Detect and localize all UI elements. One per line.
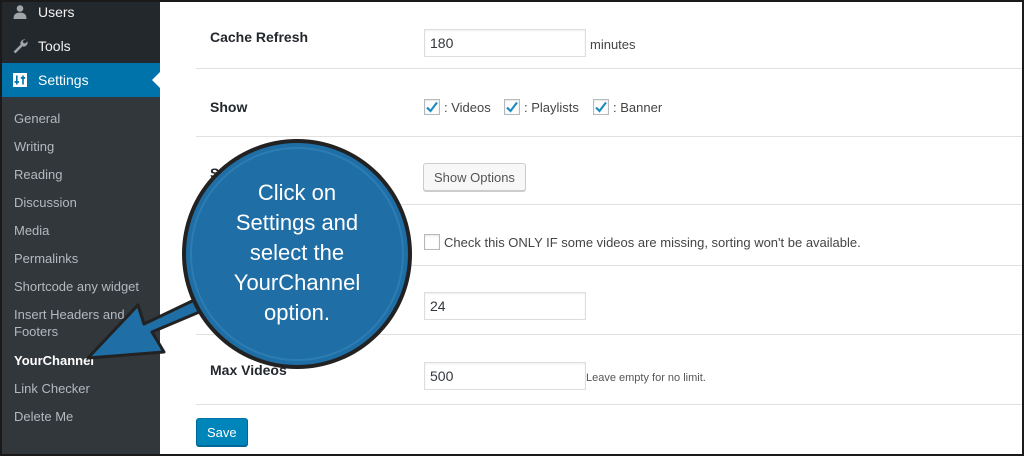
show-banner-checkbox[interactable] bbox=[593, 99, 609, 115]
menu-item-label: Users bbox=[38, 4, 75, 20]
cache-refresh-input[interactable] bbox=[424, 29, 586, 57]
submenu-item-general[interactable]: General bbox=[14, 110, 154, 127]
missing-videos-option[interactable]: Check this ONLY IF some videos are missi… bbox=[424, 234, 861, 250]
submenu-item-yourchannel[interactable]: YourChannel bbox=[14, 352, 154, 369]
submenu-item-link-checker[interactable]: Link Checker bbox=[14, 380, 154, 397]
submenu-item-delete-me[interactable]: Delete Me bbox=[14, 408, 154, 425]
row-divider bbox=[196, 204, 1022, 205]
submenu-item-discussion[interactable]: Discussion bbox=[14, 194, 154, 211]
row-divider bbox=[196, 334, 1022, 335]
max-videos-input[interactable] bbox=[424, 362, 586, 390]
cache-refresh-label: Cache Refresh bbox=[210, 29, 309, 45]
submenu-item-writing[interactable]: Writing bbox=[14, 138, 154, 155]
menu-item-tools[interactable]: Tools bbox=[2, 29, 160, 63]
show-playlists-checkbox[interactable] bbox=[504, 99, 520, 115]
style-label: Styl bbox=[210, 165, 236, 181]
users-icon bbox=[10, 2, 30, 22]
settings-submenu: General Writing Reading Discussion Media… bbox=[2, 97, 160, 454]
submenu-item-media[interactable]: Media bbox=[14, 222, 154, 239]
row-divider bbox=[196, 265, 1022, 266]
menu-item-users[interactable]: Users bbox=[2, 2, 160, 29]
missing-videos-checkbox[interactable] bbox=[424, 234, 440, 250]
cache-refresh-unit: minutes bbox=[590, 37, 636, 52]
menu-item-label: Settings bbox=[38, 72, 89, 88]
wrench-icon bbox=[10, 36, 30, 56]
checkmark-icon bbox=[595, 101, 607, 113]
show-playlists-label: : Playlists bbox=[524, 99, 579, 115]
submenu-item-shortcode-any-widget[interactable]: Shortcode any widget bbox=[14, 278, 154, 295]
screenshot-frame: Users Tools Settings General Writing Rea… bbox=[0, 0, 1024, 456]
row-divider bbox=[196, 68, 1022, 69]
show-playlists-option[interactable]: : Playlists bbox=[504, 99, 579, 115]
admin-sidebar: Users Tools Settings General Writing Rea… bbox=[2, 2, 161, 454]
show-videos-option[interactable]: : Videos bbox=[424, 99, 491, 115]
per-page-input[interactable] bbox=[424, 292, 586, 320]
checkmark-icon bbox=[426, 101, 438, 113]
save-button[interactable]: Save bbox=[196, 418, 248, 446]
show-banner-label: : Banner bbox=[613, 99, 663, 115]
show-label: Show bbox=[210, 99, 248, 115]
submenu-item-permalinks[interactable]: Permalinks bbox=[14, 250, 154, 267]
missing-videos-text: Check this ONLY IF some videos are missi… bbox=[444, 234, 861, 250]
show-videos-checkbox[interactable] bbox=[424, 99, 440, 115]
show-options-button[interactable]: Show Options bbox=[423, 163, 526, 191]
show-banner-option[interactable]: : Banner bbox=[593, 99, 662, 115]
settings-icon bbox=[10, 70, 30, 90]
menu-item-settings[interactable]: Settings bbox=[2, 63, 161, 97]
max-videos-hint: Leave empty for no limit. bbox=[586, 372, 706, 384]
active-menu-pointer bbox=[152, 71, 161, 89]
show-videos-label: : Videos bbox=[444, 99, 491, 115]
checkmark-icon bbox=[506, 101, 518, 113]
submenu-item-reading[interactable]: Reading bbox=[14, 166, 154, 183]
max-videos-label: Max Videos bbox=[210, 362, 287, 378]
row-divider bbox=[196, 404, 1022, 405]
settings-form: Cache Refresh minutes Show : Videos : Pl… bbox=[162, 2, 1022, 454]
row-divider bbox=[196, 136, 1022, 137]
menu-item-label: Tools bbox=[38, 38, 71, 54]
submenu-item-insert-headers-footers[interactable]: Insert Headers and Footers bbox=[14, 306, 132, 340]
